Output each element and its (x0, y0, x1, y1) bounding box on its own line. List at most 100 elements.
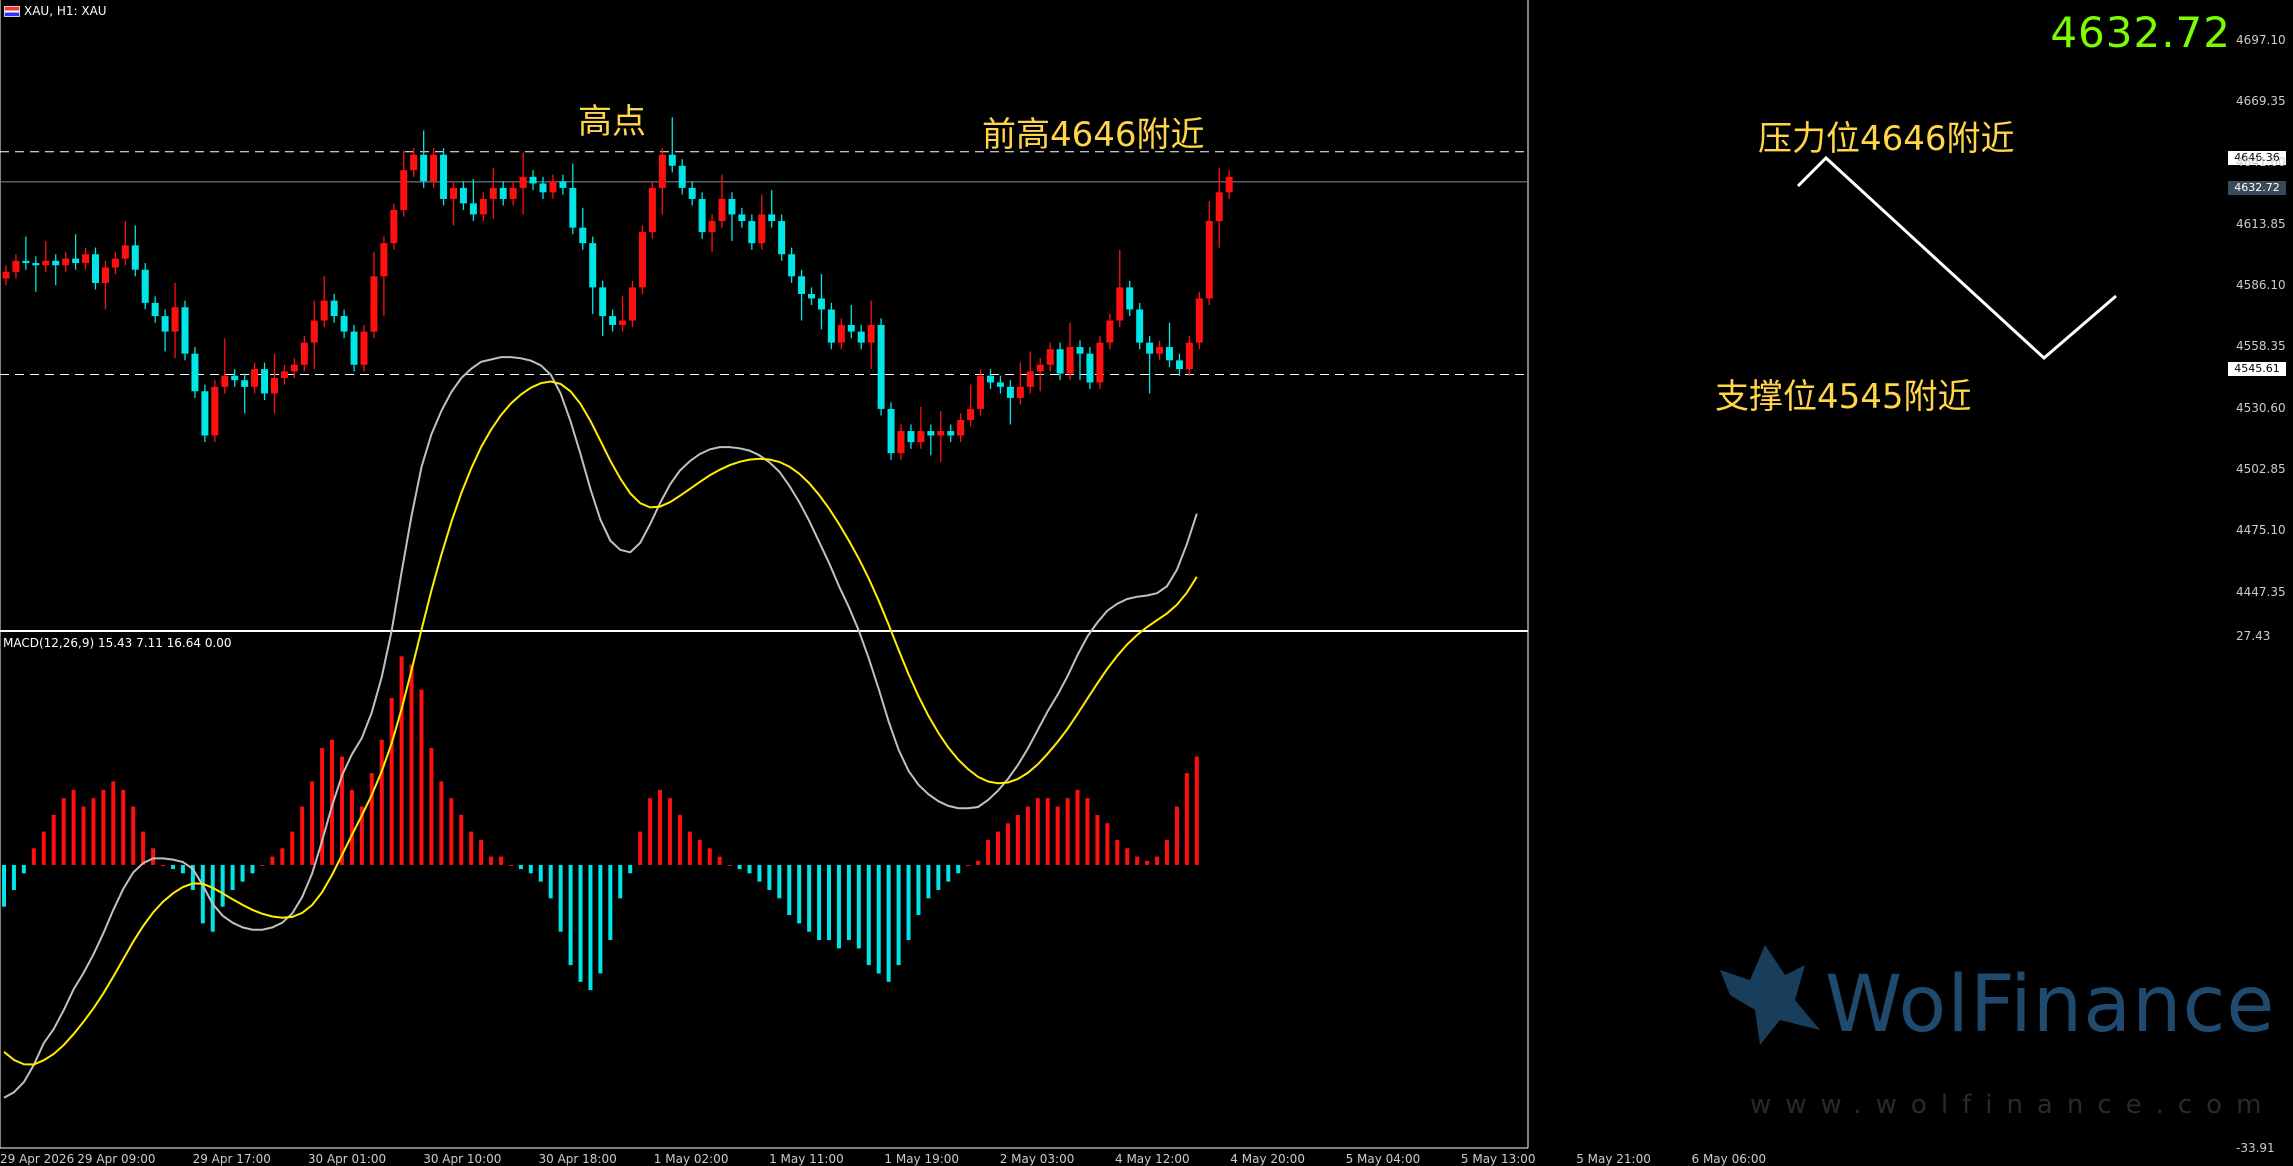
candle-body (668, 154, 676, 166)
macd-histogram-bar (1164, 839, 1169, 865)
candle-body (32, 263, 40, 266)
candle-body (658, 154, 666, 188)
candle-body (370, 276, 378, 332)
candle-body (907, 431, 915, 443)
y-tick-label: 4447.35 (2236, 584, 2286, 599)
candle-body (817, 298, 825, 310)
macd-y-tick-label: -33.91 (2236, 1141, 2275, 1155)
x-tick-label: 4 May 20:00 (1230, 1152, 1305, 1166)
macd-histogram-bar (608, 864, 613, 941)
macd-histogram-bar (1095, 814, 1100, 865)
macd-histogram-bar (707, 848, 712, 865)
macd-histogram-bar (449, 798, 454, 865)
candle-body (420, 154, 428, 182)
candle-body (390, 210, 398, 244)
macd-histogram-bar (111, 781, 116, 865)
candle-body (857, 331, 865, 343)
candle-body (251, 369, 259, 387)
y-tick-label: 4586.10 (2236, 277, 2286, 292)
macd-histogram-bar (996, 831, 1000, 865)
candle-body (1026, 371, 1034, 387)
candle-body (181, 307, 189, 354)
y-tick-label: 4613.85 (2236, 216, 2286, 231)
candle-body (1195, 298, 1203, 343)
candle-body (768, 214, 776, 222)
macd-histogram-bar (51, 814, 56, 865)
candle-body (310, 320, 318, 343)
candle-body (82, 254, 90, 264)
macd-histogram-bar (737, 864, 742, 870)
macd-histogram-bar (538, 864, 543, 882)
macd-histogram-bar (1005, 823, 1010, 865)
macd-histogram-bar (479, 839, 484, 865)
x-tick-label: 5 May 04:00 (1345, 1152, 1421, 1166)
candle-body (1175, 360, 1183, 370)
macd-histogram-bar (161, 864, 166, 866)
candle-body (996, 382, 1004, 387)
candle-body (1086, 353, 1094, 383)
candle-body (350, 331, 358, 365)
macd-histogram-bar (757, 864, 762, 882)
macd-histogram-bar (71, 789, 76, 865)
macd-histogram-bar (1015, 814, 1020, 865)
x-tick-label: 5 May 13:00 (1460, 1152, 1536, 1166)
candle-body (1006, 386, 1014, 398)
candle-body (1116, 287, 1124, 321)
macd-histogram-bar (747, 864, 752, 874)
projection-line (1796, 155, 2117, 361)
macd-histogram-bar (230, 864, 235, 890)
macd-histogram-bar (767, 864, 772, 890)
macd-histogram-bar (807, 864, 812, 932)
watermark-brand: WolFinance (1825, 960, 2276, 1050)
candle-body (887, 408, 895, 454)
candle-body (1156, 347, 1164, 354)
candle-body (559, 181, 567, 188)
candle-body (778, 221, 786, 255)
candle-body (748, 221, 756, 244)
macd-histogram-bar (1045, 798, 1050, 865)
macd-histogram-bar (101, 789, 106, 865)
macd-panel (2, 356, 1199, 1099)
annotation-prev-high: 前高4646附近 (982, 115, 1205, 155)
candle-body (788, 254, 796, 277)
candle-body (1215, 192, 1223, 222)
macd-histogram-bar (727, 864, 732, 866)
candle-body (161, 316, 169, 332)
x-tick-label: 30 Apr 10:00 (423, 1152, 502, 1166)
candle-body (141, 269, 149, 303)
candle-body (72, 258, 80, 264)
macd-histogram-bar (956, 864, 961, 874)
macd-histogram-bar (280, 848, 285, 865)
candle-body (430, 154, 438, 182)
macd-histogram-bar (61, 798, 66, 865)
macd-histogram-bar (508, 864, 513, 866)
price-box-support: 4545.61 (2228, 362, 2286, 376)
macd-histogram-bar (1125, 848, 1130, 865)
macd-histogram-bar (41, 831, 46, 865)
candle-body (1066, 347, 1074, 374)
candle-body (867, 324, 875, 343)
candle-body (271, 378, 278, 394)
candle-body (947, 431, 955, 436)
x-tick-label: 30 Apr 18:00 (538, 1152, 617, 1166)
projection-path (1796, 155, 2117, 361)
macd-histogram-bar (11, 864, 16, 890)
macd-histogram-bar (598, 864, 603, 974)
macd-histogram-bar (1075, 789, 1080, 865)
candle-body (42, 260, 50, 266)
candle-body (967, 408, 975, 420)
macd-histogram-bar (310, 781, 315, 865)
candle-body (1036, 364, 1044, 372)
macd-histogram-bar (638, 831, 643, 865)
macd-histogram-bar (946, 864, 951, 882)
macd-histogram-bar (91, 798, 96, 865)
y-tick-label: 4530.60 (2236, 400, 2286, 415)
candle-body (728, 198, 736, 215)
candle-body (440, 154, 448, 199)
macd-histogram-bar (1174, 806, 1179, 865)
macd-histogram-bar (906, 864, 911, 941)
macd-histogram-bar (439, 781, 444, 865)
candle-body (221, 375, 229, 387)
macd-histogram-bar (250, 864, 255, 874)
candle-body (499, 187, 507, 199)
